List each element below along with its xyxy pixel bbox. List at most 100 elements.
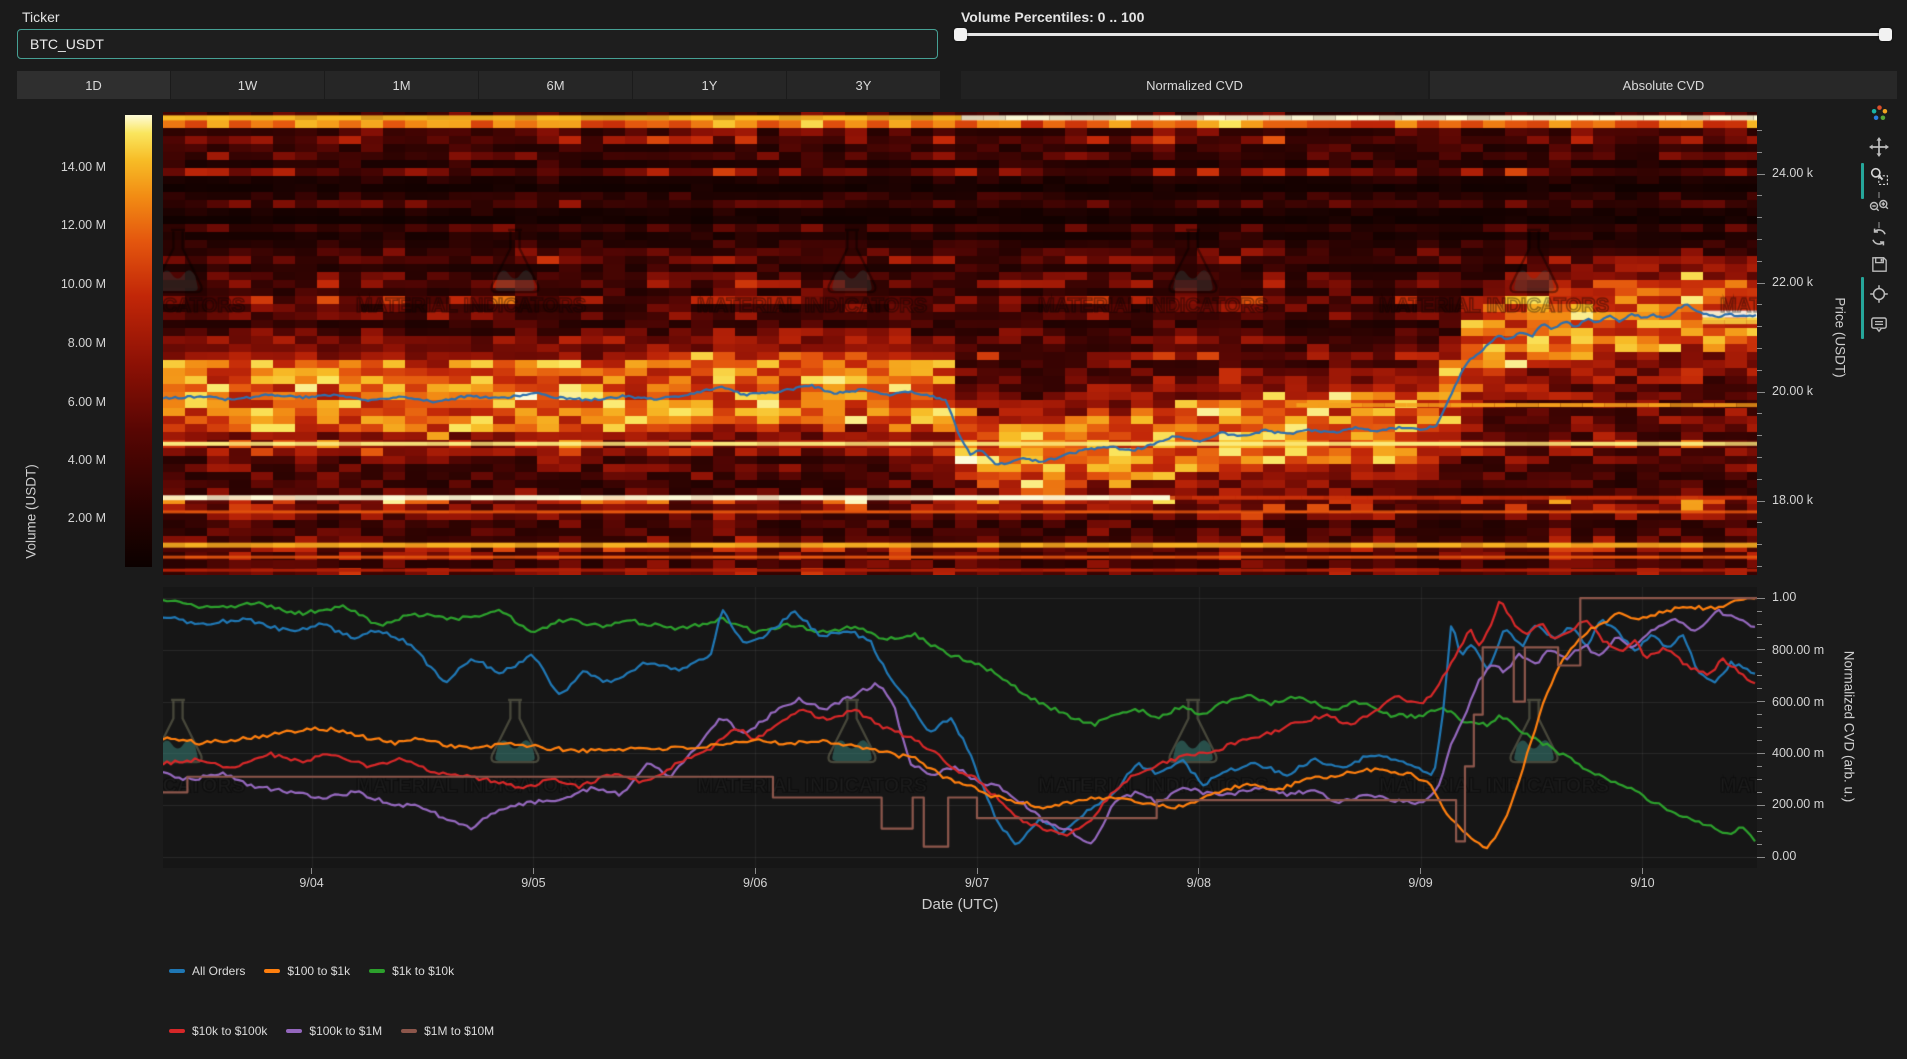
tick-mark bbox=[1642, 868, 1643, 874]
tick-mark bbox=[1757, 624, 1762, 625]
zoom-in-out-icon[interactable] bbox=[1868, 196, 1890, 218]
tick-mark bbox=[1757, 727, 1762, 728]
tick-mark bbox=[1198, 868, 1199, 874]
normalized-cvd-plot[interactable] bbox=[163, 587, 1757, 868]
legend-swatch bbox=[169, 1029, 185, 1033]
reset-axes-icon[interactable] bbox=[1868, 226, 1890, 248]
date-tick-label: 9/04 bbox=[282, 876, 342, 890]
tick-mark bbox=[1420, 868, 1421, 874]
tick-mark bbox=[1757, 304, 1762, 305]
price-tick-label: 20.00 k bbox=[1772, 384, 1813, 398]
legend-item--1m-to-10m[interactable]: $1M to $10M bbox=[401, 1024, 494, 1038]
legend-swatch bbox=[286, 1029, 302, 1033]
volume-percentiles-slider-handle-low[interactable] bbox=[954, 28, 967, 41]
tab-normalized-cvd[interactable]: Normalized CVD bbox=[961, 71, 1428, 99]
tick-mark bbox=[1757, 740, 1762, 741]
liquidity-heatmap-plot[interactable] bbox=[163, 112, 1757, 575]
volume-tick-label: 8.00 M bbox=[16, 336, 106, 350]
cvd-tab-group: Normalized CVDAbsolute CVD bbox=[0, 71, 1907, 99]
tick-mark bbox=[1757, 844, 1762, 845]
volume-percentiles-slider-handle-high[interactable] bbox=[1879, 28, 1892, 41]
tick-mark bbox=[1757, 792, 1762, 793]
tick-mark bbox=[1757, 831, 1762, 832]
tick-mark bbox=[1757, 152, 1762, 153]
legend-label: $10k to $100k bbox=[192, 1024, 267, 1038]
legend-item--100-to-1k[interactable]: $100 to $1k bbox=[264, 964, 350, 978]
date-tick-label: 9/10 bbox=[1612, 876, 1672, 890]
plotly-logo-icon[interactable] bbox=[1868, 102, 1890, 124]
tick-mark bbox=[1757, 261, 1762, 262]
price-tick-label: 18.00 k bbox=[1772, 493, 1813, 507]
legend-item--1k-to-10k[interactable]: $1k to $10k bbox=[369, 964, 454, 978]
pan-icon[interactable] bbox=[1868, 136, 1890, 158]
volume-axis-title: Volume (USDT) bbox=[24, 412, 39, 612]
price-tick-label: 22.00 k bbox=[1772, 275, 1813, 289]
tick-mark bbox=[1757, 753, 1765, 754]
tick-mark bbox=[1757, 662, 1762, 663]
tick-mark bbox=[533, 868, 534, 874]
tick-mark bbox=[1757, 435, 1762, 436]
legend-item--10k-to-100k[interactable]: $10k to $100k bbox=[169, 1024, 267, 1038]
legend-row-2: $10k to $100k $100k to $1M $1M to $10M bbox=[169, 1024, 494, 1038]
volume-tick-label: 6.00 M bbox=[16, 395, 106, 409]
legend-label: All Orders bbox=[192, 964, 245, 978]
volume-tick-label: 12.00 M bbox=[16, 218, 106, 232]
tick-mark bbox=[1757, 174, 1765, 175]
save-image-icon[interactable] bbox=[1868, 253, 1890, 275]
legend-item--100k-to-1m[interactable]: $100k to $1M bbox=[286, 1024, 382, 1038]
legend-item-all-orders[interactable]: All Orders bbox=[169, 964, 245, 978]
date-tick-label: 9/05 bbox=[503, 876, 563, 890]
tick-mark bbox=[1757, 598, 1765, 599]
tick-mark bbox=[977, 868, 978, 874]
tick-mark bbox=[1757, 457, 1762, 458]
zoom-icon[interactable] bbox=[1868, 165, 1890, 187]
tick-mark bbox=[1757, 370, 1762, 371]
tick-mark bbox=[1757, 566, 1762, 567]
tick-mark bbox=[1757, 239, 1762, 240]
volume-tick-label: 14.00 M bbox=[16, 160, 106, 174]
date-tick-label: 9/07 bbox=[947, 876, 1007, 890]
tick-mark bbox=[1757, 637, 1762, 638]
tick-mark bbox=[1757, 195, 1762, 196]
firecharts-dashboard: Ticker Volume Percentiles: 0 .. 100 1D1W… bbox=[0, 0, 1907, 1059]
tick-mark bbox=[1757, 479, 1762, 480]
modebar-active-indicator bbox=[1861, 163, 1864, 199]
tick-mark bbox=[1757, 130, 1762, 131]
hover-tooltip-icon[interactable] bbox=[1868, 314, 1890, 336]
legend-label: $1M to $10M bbox=[424, 1024, 494, 1038]
tick-mark bbox=[1757, 805, 1765, 806]
date-axis-title: Date (UTC) bbox=[860, 896, 1060, 913]
volume-percentiles-label: Volume Percentiles: 0 .. 100 bbox=[961, 9, 1144, 25]
date-tick-label: 9/06 bbox=[725, 876, 785, 890]
volume-tick-label: 10.00 M bbox=[16, 277, 106, 291]
legend-swatch bbox=[369, 969, 385, 973]
legend-row-1: All Orders $100 to $1k $1k to $10k bbox=[169, 964, 454, 978]
legend-label: $100k to $1M bbox=[309, 1024, 382, 1038]
tab-absolute-cvd[interactable]: Absolute CVD bbox=[1430, 71, 1897, 99]
tick-mark bbox=[1757, 544, 1762, 545]
tick-mark bbox=[1757, 766, 1762, 767]
ticker-label: Ticker bbox=[22, 9, 60, 25]
cvd-tick-label: 400.00 m bbox=[1772, 746, 1824, 760]
tick-mark bbox=[1757, 217, 1762, 218]
legend-swatch bbox=[264, 969, 280, 973]
cvd-axis-title: Normalized CVD (arb. u.) bbox=[1842, 627, 1857, 827]
cvd-tick-label: 800.00 m bbox=[1772, 643, 1824, 657]
tick-mark bbox=[755, 868, 756, 874]
cvd-tick-label: 0.00 bbox=[1772, 849, 1796, 863]
tick-mark bbox=[1757, 501, 1765, 502]
tick-mark bbox=[1757, 326, 1762, 327]
ticker-input[interactable] bbox=[17, 29, 938, 59]
cvd-tick-label: 200.00 m bbox=[1772, 797, 1824, 811]
date-tick-label: 9/08 bbox=[1169, 876, 1229, 890]
volume-percentiles-slider-track[interactable] bbox=[960, 33, 1886, 36]
legend-label: $100 to $1k bbox=[287, 964, 350, 978]
tick-mark bbox=[1757, 522, 1762, 523]
tick-mark bbox=[1757, 779, 1762, 780]
tick-mark bbox=[1757, 649, 1765, 650]
price-tick-label: 24.00 k bbox=[1772, 166, 1813, 180]
cvd-tick-label: 600.00 m bbox=[1772, 695, 1824, 709]
tick-mark bbox=[1757, 392, 1765, 393]
tick-mark bbox=[1757, 413, 1762, 414]
toggle-spikelines-icon[interactable] bbox=[1868, 283, 1890, 305]
